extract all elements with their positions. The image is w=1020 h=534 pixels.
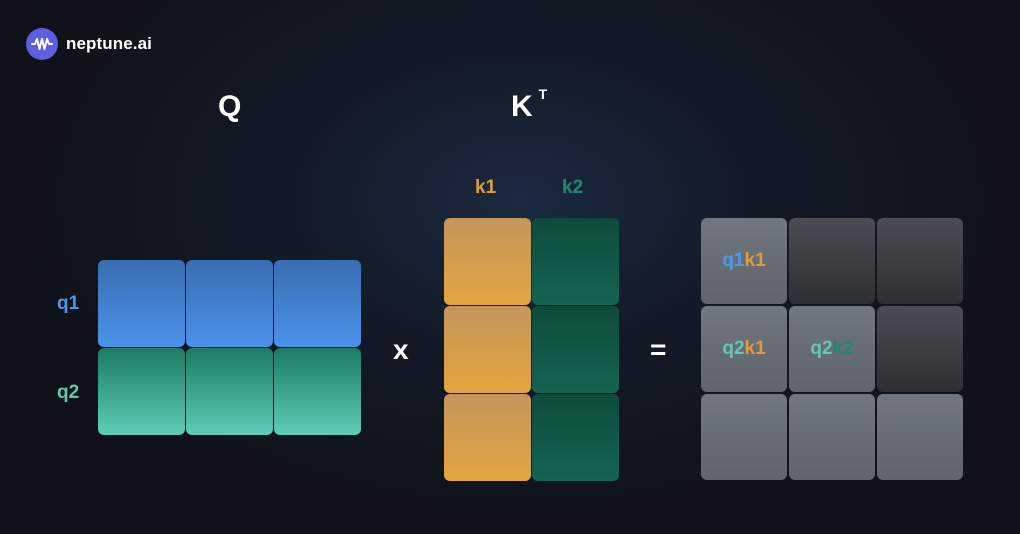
result-cell-masked: [877, 218, 963, 304]
k-cell: [444, 306, 531, 393]
k-cell: [532, 218, 619, 305]
k-col-label-k1: k1: [475, 177, 497, 198]
result-cell-q2k1: q2 k1: [701, 306, 787, 392]
wave-icon: [26, 28, 58, 60]
k-cell: [532, 306, 619, 393]
q-cell: [186, 260, 273, 347]
result-cell: [701, 394, 787, 480]
q-cell: [98, 348, 185, 435]
k-cell: [444, 218, 531, 305]
k-cell: [444, 394, 531, 481]
result-cell-masked: [789, 218, 875, 304]
equals-sign: =: [650, 334, 667, 365]
k-cell: [532, 394, 619, 481]
q-cell: [186, 348, 273, 435]
brand-logo: neptune.ai: [26, 28, 152, 60]
k-col-label-k2: k2: [562, 177, 584, 198]
multiply-sign: x: [393, 334, 409, 365]
q-cell: [98, 260, 185, 347]
q-cell: [274, 348, 361, 435]
brand-name: neptune.ai: [66, 34, 153, 53]
k-transpose-label: KT: [511, 86, 548, 123]
q-cell: [274, 260, 361, 347]
q-row-label-q2: q2: [57, 382, 80, 403]
result-cell: [789, 394, 875, 480]
transpose-superscript: T: [538, 86, 548, 102]
q-row-label-q1: q1: [57, 293, 80, 314]
result-cell-masked: [877, 306, 963, 392]
q-matrix-label: Q: [218, 90, 242, 123]
result-cell-q1k1: q1 k1: [701, 218, 787, 304]
result-cell: [877, 394, 963, 480]
result-cell-q2k2: q2 k2: [789, 306, 875, 392]
